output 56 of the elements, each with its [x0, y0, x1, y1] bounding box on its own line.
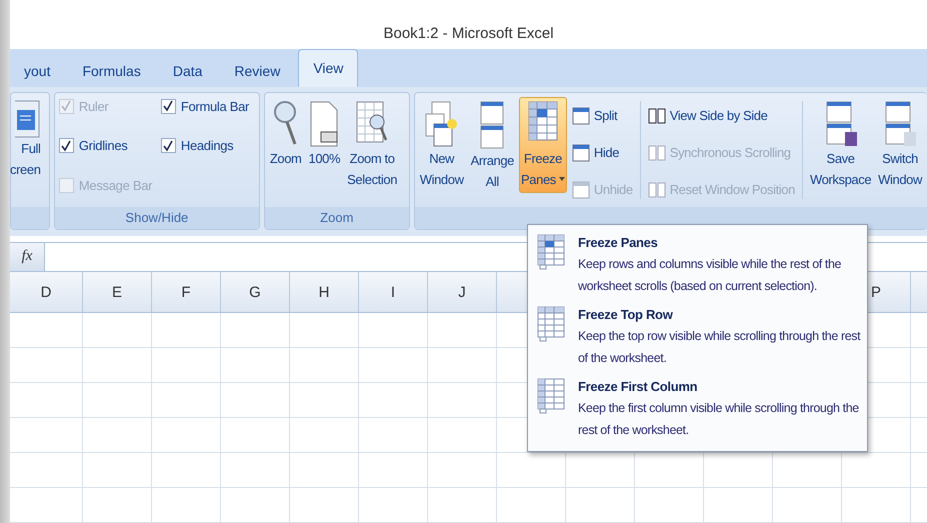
checkmark-icon — [61, 100, 72, 112]
column-header[interactable]: E — [83, 272, 152, 312]
window-pane-icon — [572, 106, 590, 125]
menu-item-title: Freeze Top Row — [578, 306, 674, 324]
small-button[interactable]: Hide — [570, 136, 635, 170]
checkmark-icon — [163, 100, 174, 112]
group-label: Show/Hide — [54, 206, 259, 229]
small-button[interactable]: View Side by Side — [646, 98, 797, 133]
column-header[interactable]: F — [152, 272, 221, 312]
zoom-button[interactable]: Zoom — [268, 96, 304, 172]
checkmark-icon — [163, 140, 174, 152]
menu-item-description: Keep the first column visible while scrolling through the rest of the worksheet. — [578, 400, 860, 439]
group-label: Zoom — [264, 206, 409, 229]
full-screen-button[interactable]: Full creen — [8, 96, 43, 183]
window-button[interactable]: New Window — [418, 96, 466, 193]
menu-item-title: Freeze First Column — [578, 378, 698, 396]
checkbox-option[interactable]: Gridlines — [58, 138, 159, 154]
ribbon-tab[interactable]: Formulas — [68, 54, 155, 87]
column-header[interactable]: H — [290, 272, 359, 312]
column-header[interactable]: G — [221, 272, 290, 312]
freeze-grid-icon — [536, 305, 566, 343]
column-header[interactable]: J — [428, 272, 497, 312]
checkmark-icon — [61, 140, 72, 152]
insert-function-button[interactable]: fx — [10, 242, 44, 271]
menu-item[interactable]: Freeze First Column Keep the first column visible while scrolling through the rest of the worksheet. — [528, 373, 867, 445]
column-header[interactable]: I — [359, 272, 428, 312]
new-window-icon — [424, 100, 460, 148]
checkbox-option[interactable]: Formula Bar — [160, 98, 257, 114]
column-header[interactable]: D — [10, 272, 83, 312]
menu-item-description: Keep the top row visible while scrolling through the rest of the worksheet. — [578, 328, 862, 367]
ribbon-tab[interactable]: Review — [220, 54, 294, 87]
side-by-side-icon — [648, 144, 666, 162]
menu-item-title: Freeze Panes — [578, 234, 659, 252]
window-button[interactable]: Freeze Panes — [519, 96, 567, 193]
workspace-button[interactable]: Switch Window — [876, 96, 924, 193]
ribbon-tab[interactable]: Data — [158, 54, 216, 87]
window-pane-icon — [572, 180, 590, 199]
side-by-side-icon — [648, 106, 666, 125]
zoom-button[interactable]: 100% — [306, 96, 342, 172]
side-by-side-icon — [648, 180, 666, 199]
window-title: Book1:2 - Microsoft Excel — [383, 24, 554, 42]
menu-item-description: Keep rows and columns visible while the rest of the worksheet scrolls (based on current selection). — [578, 256, 842, 295]
arrange-windows-icon — [479, 100, 506, 150]
small-button[interactable]: Split — [570, 98, 635, 133]
group-footer — [11, 206, 49, 229]
freeze-grid-icon — [536, 377, 566, 415]
ribbon-tab[interactable]: View — [298, 48, 358, 87]
checkbox-option[interactable]: Headings — [160, 138, 257, 154]
full-screen-icon — [14, 100, 41, 138]
window-button[interactable]: Arrange All — [468, 96, 516, 195]
window-pane-icon — [572, 144, 590, 162]
ribbon-tab[interactable]: yout — [10, 54, 64, 87]
workspace-button[interactable]: Save Workspace — [808, 96, 874, 193]
zoom-button[interactable]: Zoom to Selection — [345, 96, 400, 193]
page-icon — [309, 100, 340, 148]
freeze-grid-icon — [536, 233, 566, 271]
